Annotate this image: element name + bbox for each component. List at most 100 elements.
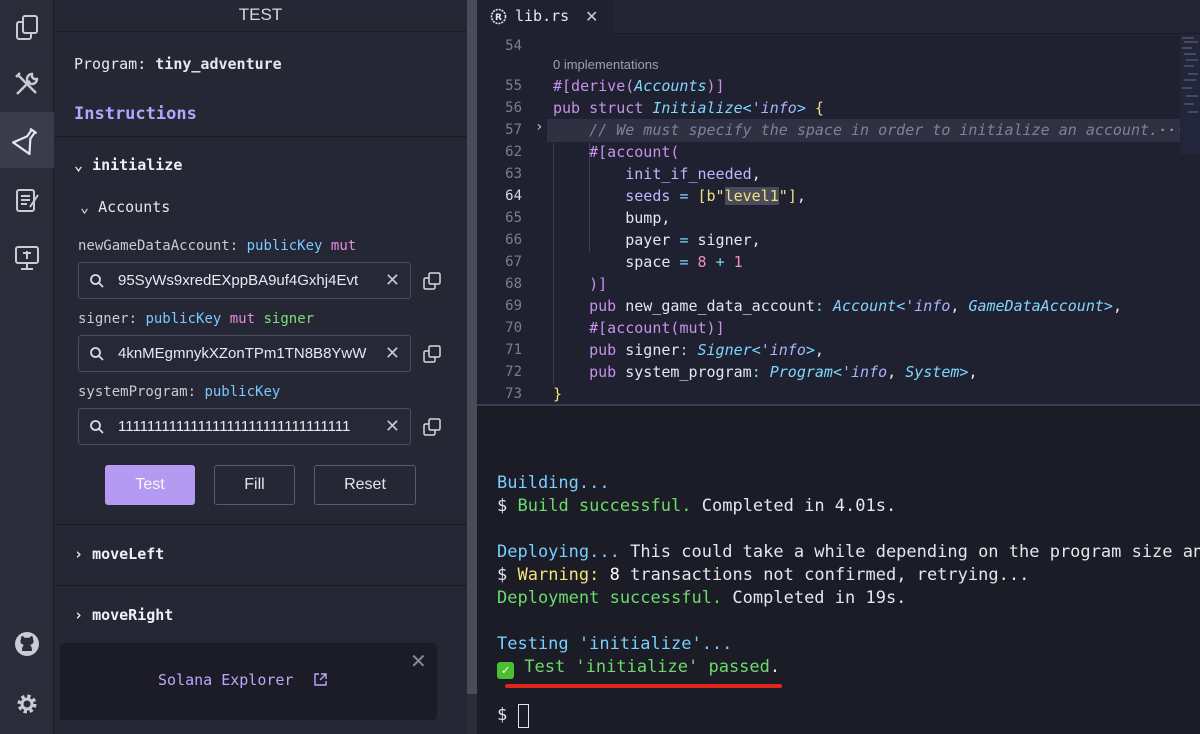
account-name: newGameDataAccount: [78,238,239,254]
code-line: bump, [553,209,671,227]
line-number: 70 [505,320,522,336]
clear-icon[interactable]: ✕ [385,270,400,291]
red-underline-annotation [505,684,782,688]
copy-icon[interactable] [423,345,441,363]
program-line: Program: tiny_adventure [74,55,282,73]
test-button-nav[interactable] [0,112,54,168]
instructions-heading: Instructions [74,104,197,124]
account-input-newGameDataAccount[interactable]: 95SyWs9xredEXppBA9uf4Gxhj4Evt ✕ [78,262,411,299]
code-line: pub signer: Signer<'info>, [589,341,824,359]
account-value[interactable]: 11111111111111111111111111111111 [118,418,375,435]
terminal-line: ✓ Test 'initialize' passed. [497,656,780,679]
line-number: 54 [505,38,522,54]
settings-button[interactable] [0,676,54,732]
fill-button[interactable]: Fill [214,465,295,505]
scrollbar-thumb[interactable] [467,0,477,694]
code-line: init_if_needed, [625,165,761,183]
divider [54,136,467,137]
copy-icon[interactable] [423,272,441,290]
deploying-note: This could take a while depending on the… [630,542,1200,562]
search-icon [90,274,104,288]
terminal-line: Deploying... This could take a while dep… [497,541,1200,563]
test-button[interactable]: Test [105,465,195,505]
instruction-name: initialize [92,156,183,174]
instruction-initialize-toggle[interactable]: ⌄ initialize [74,156,182,174]
code-line: space = 8 + 1 [553,253,743,271]
line-number: 66 [505,232,522,248]
search-icon [90,347,104,361]
close-icon[interactable]: ✕ [410,649,427,674]
activity-bar [0,0,54,734]
line-number: 71 [505,342,522,358]
minimap[interactable] [1180,34,1200,154]
code-line: #[derive(Accounts)] [553,77,725,95]
line-number: 62 [505,144,522,160]
sidebar-title: TEST [54,0,467,32]
chevron-down-icon: ⌄ [74,156,84,174]
account-name: systemProgram: [78,384,197,400]
sidebar-scrollbar[interactable] [467,0,477,734]
account-value[interactable]: 4knMEgmnykXZonTPm1TN8B8YwW [118,345,375,362]
github-button[interactable] [0,616,54,672]
test-passed-text: Test 'initialize' passed [524,657,770,677]
account-label-newGameDataAccount: newGameDataAccount: publicKey mut [78,238,356,254]
copy-icon[interactable] [423,418,441,436]
account-type: publicKey [246,238,323,254]
warning-count: 8 [609,565,620,585]
line-number: 67 [505,254,522,270]
test-flask-icon [12,127,38,155]
warning-label: Warning: [517,565,600,585]
chevron-down-icon: ⌄ [80,198,90,216]
explorer-toast: Solana Explorer ✕ [60,643,437,720]
terminal-panel[interactable]: Building... $ Build successful. Complete… [477,404,1200,734]
fold-chevron-icon[interactable]: › [535,119,543,135]
line-number: 68 [505,276,522,292]
code-line: )] [589,275,608,293]
divider [54,524,467,525]
prompt-symbol: $ [497,705,508,725]
account-label-signer: signer: publicKey mut signer [78,311,314,327]
account-mut-badge: mut [330,238,357,254]
account-input-signer[interactable]: 4knMEgmnykXZonTPm1TN8B8YwW ✕ [78,335,411,372]
instruction-name: moveLeft [92,545,165,563]
account-mut-badge: mut [229,311,256,327]
terminal-cursor [518,704,529,728]
code-line: pub system_program: Program<'info, Syste… [589,363,978,381]
reset-button[interactable]: Reset [314,465,416,505]
clear-icon[interactable]: ✕ [385,343,400,364]
code-line: // We must specify the space in order to… [589,121,1186,139]
deploy-success-text: Deployment successful. [497,588,723,608]
account-value[interactable]: 95SyWs9xredEXppBA9uf4Gxhj4Evt [118,272,375,289]
account-input-systemProgram[interactable]: 11111111111111111111111111111111 ✕ [78,408,411,445]
deploy-button[interactable] [0,230,54,286]
terminal-prompt-line[interactable]: $ [497,704,507,726]
tab-bar: R lib.rs ✕ [477,0,1200,34]
code-line: #[account( [589,143,680,161]
divider [54,585,467,586]
terminal-line: Testing 'initialize'... [497,633,732,655]
build-button[interactable] [0,56,54,112]
line-number: 63 [505,166,522,182]
terminal-line: Building... [497,472,610,494]
notes-button[interactable] [0,172,54,228]
test-sidebar: TEST Program: tiny_adventure Instruction… [54,0,467,734]
code-editor: R lib.rs ✕ 54 0 implementations 55 56 57… [477,0,1200,404]
tab-lib-rs[interactable]: R lib.rs ✕ [477,0,613,34]
notes-icon [16,189,39,212]
clear-icon[interactable]: ✕ [385,416,400,437]
accounts-label: Accounts [98,198,171,216]
external-link-icon[interactable] [313,672,328,687]
accounts-toggle[interactable]: ⌄ Accounts [80,198,170,216]
line-number: 65 [505,210,522,226]
deploy-time-text: Completed in 19s. [732,588,907,608]
terminal-line: Deployment successful. Completed in 19s. [497,587,906,609]
explorer-icon [16,15,38,40]
instruction-moveLeft-toggle[interactable]: › moveLeft [74,545,164,563]
build-success-text: Build successful. [517,496,692,516]
codelens-implementations[interactable]: 0 implementations [553,57,659,72]
building-text: Building... [497,473,610,493]
instruction-moveRight-toggle[interactable]: › moveRight [74,606,173,624]
close-icon[interactable]: ✕ [585,7,598,27]
explorer-button[interactable] [0,0,54,56]
solana-explorer-link[interactable]: Solana Explorer [158,671,293,689]
